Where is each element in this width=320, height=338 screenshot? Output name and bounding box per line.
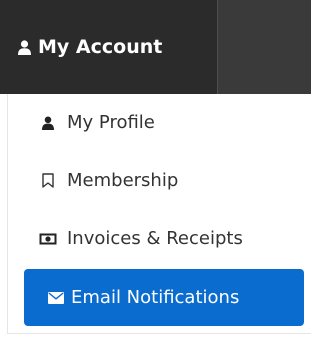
envelope-icon xyxy=(46,291,66,304)
nav-divider xyxy=(217,0,218,94)
my-account-menu-toggle[interactable]: My Account xyxy=(0,0,217,94)
menu-item-label: Invoices & Receipts xyxy=(67,228,243,249)
menu-item-my-profile[interactable]: My Profile xyxy=(24,94,304,151)
my-account-label: My Account xyxy=(38,36,163,58)
menu-item-invoices-receipts[interactable]: Invoices & Receipts xyxy=(24,210,304,267)
menu-item-label: Email Notifications xyxy=(71,287,240,308)
menu-item-label: Membership xyxy=(67,170,179,191)
user-icon xyxy=(18,39,31,55)
top-navigation-bar: My Account xyxy=(0,0,311,94)
bookmark-icon xyxy=(38,173,58,188)
menu-item-email-notifications[interactable]: Email Notifications xyxy=(24,269,304,326)
money-icon xyxy=(38,233,58,245)
menu-item-membership[interactable]: Membership xyxy=(24,152,304,209)
user-icon xyxy=(38,116,58,130)
menu-item-label: My Profile xyxy=(67,112,155,133)
account-dropdown-menu: My Profile Membership Invoices & Receipt… xyxy=(7,94,311,334)
